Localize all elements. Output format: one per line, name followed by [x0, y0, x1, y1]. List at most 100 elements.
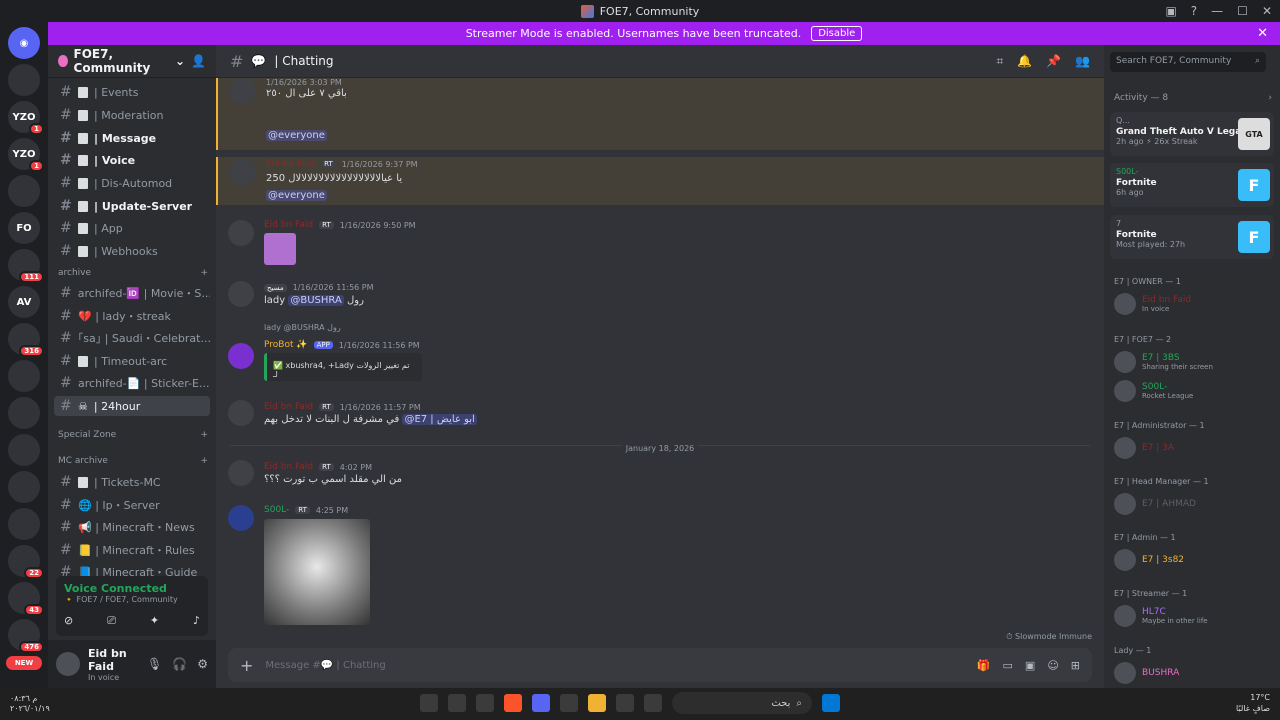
gift-icon[interactable]: 🎁 [977, 659, 991, 672]
category-special-zone[interactable]: Special Zone + [58, 430, 208, 440]
search-input[interactable]: Search FOE7, Community ⌕ [1110, 52, 1266, 72]
avatar[interactable] [228, 400, 254, 426]
channel-saudi[interactable]: # ｢sa｣ | Saudi・Celebrat... [54, 328, 210, 348]
pin-icon[interactable]: 📌 [1046, 54, 1061, 69]
channel-message[interactable]: # | Message [54, 128, 210, 148]
add-channel-icon[interactable]: + [200, 268, 208, 278]
avatar[interactable] [228, 505, 254, 531]
member-item[interactable]: S00L- Rocket League [1114, 378, 1274, 404]
server-icon[interactable]: AV [8, 286, 40, 318]
maximize-button[interactable]: ☐ [1237, 4, 1248, 18]
taskbar-clock[interactable]: م ٠٨:٣٦ ٢٠٢٦/٠١/١٩ [10, 694, 50, 714]
sticker-image[interactable] [264, 233, 296, 265]
member-list-icon[interactable]: 👥 [1075, 54, 1090, 69]
soundboard-icon[interactable]: ♪ [193, 614, 200, 628]
sticker-icon[interactable]: ▣ [1025, 659, 1035, 672]
activities-icon[interactable]: ✦ [150, 614, 159, 628]
channel-update-server[interactable]: # | Update-Server [54, 196, 210, 216]
author-name[interactable]: ProBot ✨ [264, 340, 308, 350]
server-icon[interactable]: 111 [8, 249, 44, 283]
channel-movie[interactable]: # archifed-🆔 | Movie・S... [54, 283, 210, 303]
add-channel-icon[interactable]: + [200, 456, 208, 466]
server-icon[interactable]: YZO 1 [8, 101, 44, 135]
message-input[interactable]: Message #💬 | Chatting [265, 660, 385, 671]
bell-icon[interactable]: 🔔 [1017, 54, 1032, 69]
server-icon[interactable]: 476 [8, 619, 44, 653]
category-mc-archive[interactable]: MC archive + [58, 456, 208, 466]
message-composer[interactable]: + Message #💬 | Chatting 🎁 ▭ ▣ ☺ ⊞ [228, 648, 1092, 682]
minimize-button[interactable]: — [1211, 4, 1223, 18]
channel-timeout-arc[interactable]: # | Timeout-arc [54, 351, 210, 371]
channel-webhooks[interactable]: # | Webhooks [54, 241, 210, 261]
author-name[interactable]: Eid bn Faid [264, 462, 313, 472]
threads-icon[interactable]: ⌗ [996, 54, 1003, 69]
server-icon[interactable] [8, 360, 40, 392]
server-icon[interactable] [8, 175, 40, 207]
headphones-icon[interactable]: 🎧 [172, 657, 187, 671]
server-icon[interactable] [8, 471, 40, 503]
mention-user[interactable]: @BUSHRA [288, 295, 344, 306]
app-icon[interactable] [560, 694, 578, 712]
app-icon[interactable] [448, 694, 466, 712]
server-icon[interactable] [8, 397, 40, 429]
weather-widget[interactable]: 17°C صافٍ غالبًا [1236, 692, 1270, 714]
channel-minecraft-rules[interactable]: # 📒 | Minecraft・Rules [54, 540, 210, 560]
channel-tickets-mc[interactable]: # | Tickets-MC [54, 472, 210, 492]
member-item[interactable]: HL7C Maybe in other life [1114, 603, 1274, 629]
channel-dis-automod[interactable]: # | Dis-Automod [54, 173, 210, 193]
discord-icon[interactable] [532, 694, 550, 712]
server-icon[interactable]: 316 [8, 323, 44, 357]
server-icon[interactable] [8, 64, 40, 96]
guild-header[interactable]: FOE7, Community ⌄ 👤 [48, 45, 216, 78]
author-name[interactable]: Eid bn Faid [264, 402, 313, 412]
microphone-icon[interactable]: 🎙 [147, 657, 162, 671]
author-name[interactable]: S00L- [264, 505, 289, 515]
add-channel-icon[interactable]: + [200, 430, 208, 440]
activity-card[interactable]: S00L- Fortnite 6h ago F [1110, 163, 1274, 207]
screen-share-icon[interactable]: ⎚ [107, 614, 116, 628]
server-icon[interactable]: FO [8, 212, 40, 244]
member-item[interactable]: E7 | 3A [1114, 435, 1274, 461]
help-icon[interactable]: ? [1191, 4, 1197, 18]
new-badge[interactable]: NEW [6, 656, 42, 670]
windows-start-icon[interactable] [822, 694, 840, 712]
gif-image[interactable] [264, 519, 370, 625]
server-icon[interactable]: YZO 1 [8, 138, 44, 172]
inbox-icon[interactable]: ▣ [1165, 4, 1176, 18]
member-item[interactable]: E7 | 3BS Sharing their screen [1114, 349, 1274, 375]
category-archive[interactable]: archive + [58, 268, 208, 278]
activity-header[interactable]: Activity — 8 › [1114, 93, 1272, 103]
server-icon[interactable] [8, 434, 40, 466]
channel-events[interactable]: # | Events [54, 82, 210, 102]
member-item[interactable]: BUSHRA [1114, 660, 1274, 686]
avatar[interactable] [230, 78, 256, 104]
discord-home-icon[interactable]: ◉ [8, 27, 40, 59]
server-icon[interactable]: 43 [8, 582, 44, 616]
store-icon[interactable] [616, 694, 634, 712]
channel-minecraft-news[interactable]: # 📢 | Minecraft・News [54, 517, 210, 537]
app-icon[interactable] [644, 694, 662, 712]
reply-preview[interactable]: lady @BUSHRA رول [264, 323, 341, 332]
mention-user[interactable]: @E7 | ابو عايض [402, 414, 477, 425]
close-button[interactable]: ✕ [1262, 4, 1272, 18]
channel-24hour[interactable]: # ☠ | 24hour [54, 396, 210, 416]
probot-avatar[interactable] [228, 343, 254, 369]
noise-suppression-icon[interactable]: ⊘ [64, 614, 73, 628]
channel-app[interactable]: # | App [54, 218, 210, 238]
gear-icon[interactable]: ⚙ [197, 657, 208, 671]
avatar[interactable] [228, 281, 254, 307]
activity-card[interactable]: Q... Grand Theft Auto V Legacy 2h ago ⚡ … [1110, 112, 1274, 156]
channel-voice[interactable]: # | Voice [54, 150, 210, 170]
server-icon[interactable]: 22 [8, 545, 44, 579]
apps-icon[interactable]: ⊞ [1071, 659, 1080, 672]
member-item[interactable]: Eid bn Faid In voice [1114, 291, 1274, 317]
brave-icon[interactable] [504, 694, 522, 712]
avatar[interactable] [228, 220, 254, 246]
attach-plus-icon[interactable]: + [240, 656, 253, 675]
channel-sticker[interactable]: # archifed-📄 | Sticker-E... [54, 373, 210, 393]
banner-close-icon[interactable]: ✕ [1257, 26, 1268, 41]
mention-everyone[interactable]: @everyone [266, 190, 327, 201]
channel-moderation[interactable]: # | Moderation [54, 105, 210, 125]
author-name[interactable]: Eid bn Faid [264, 220, 313, 230]
mention-everyone[interactable]: @everyone [266, 130, 327, 141]
